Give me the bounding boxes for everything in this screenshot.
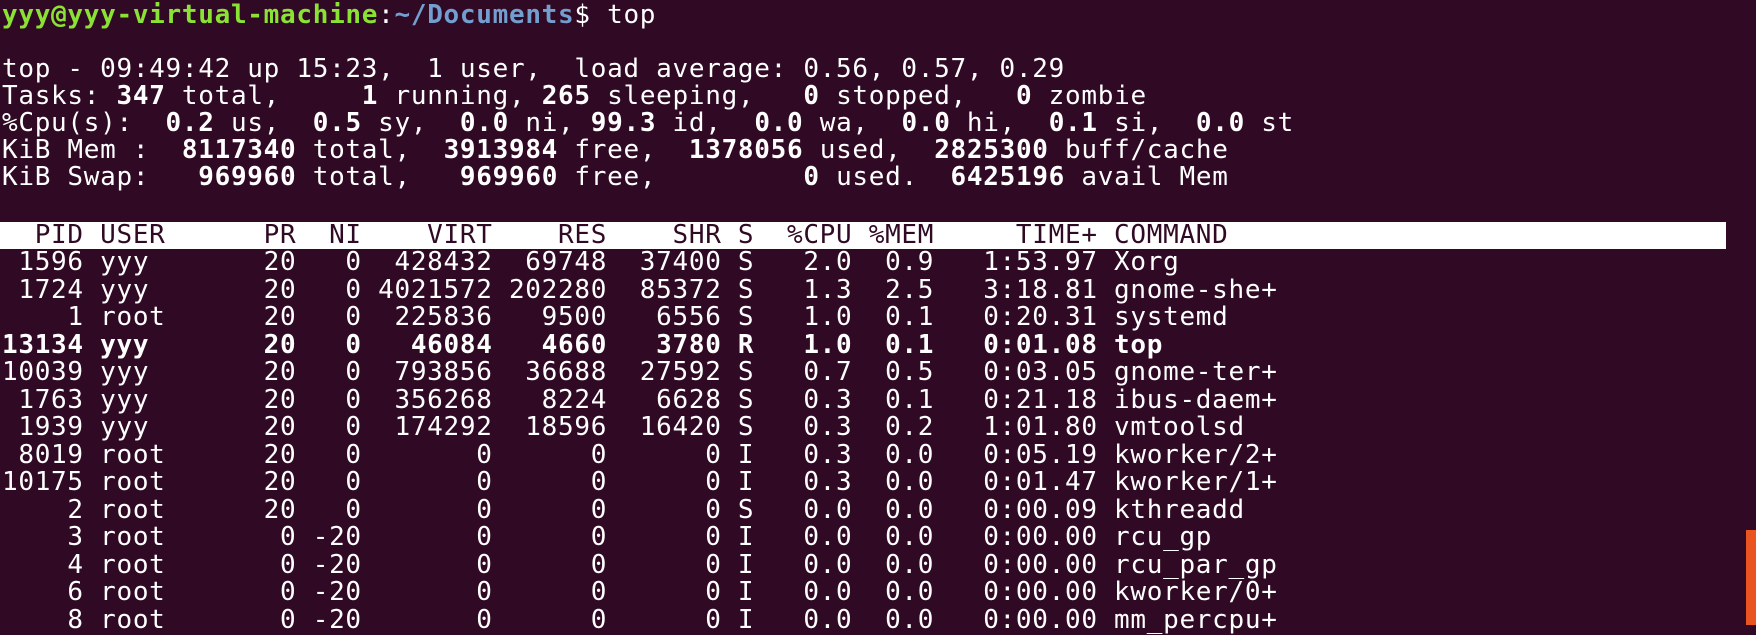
cpu-us-label: us, [214,108,313,138]
tasks-running-label: running, [378,81,542,111]
process-row: 1939 yyy 20 0 174292 18596 16420 S 0.3 0… [2,412,1245,442]
summary-tasks: Tasks: 347 total, 1 running, 265 sleepin… [2,83,1147,110]
process-row: 10175 root 20 0 0 0 0 I 0.3 0.0 0:01.47 … [2,467,1278,497]
summary-mem: KiB Mem : 8117340 total, 3913984 free, 1… [2,137,1229,164]
cpu-label: %Cpu(s): [2,108,166,138]
cpu-id-label: id, [656,108,755,138]
tasks-running: 1 [329,81,379,111]
mem-buff: 2825300 [934,135,1049,165]
process-row: 13134 yyy 20 0 46084 4660 3780 R 1.0 0.1… [2,329,1164,360]
cpu-ni: 0.0 [459,108,509,138]
swap-avail: 6425196 [950,162,1066,192]
process-row: 3 root 0 -20 0 0 0 I 0.0 0.0 0:00.00 rcu… [2,522,1213,552]
scrollbar-thumb[interactable] [1746,530,1756,625]
process-row: 6 root 0 -20 0 0 0 I 0.0 0.0 0:00.00 kwo… [2,577,1278,607]
cpu-si-label: si, [1097,108,1196,138]
tasks-total: 347 [116,81,166,111]
mem-free-label: free, [558,135,689,165]
swap-avail-label: avail Mem [1065,162,1229,192]
process-row: 8019 root 20 0 0 0 0 I 0.3 0.0 0:05.19 k… [2,439,1278,470]
cpu-st: 0.0 [1195,108,1245,138]
mem-free: 3913984 [443,135,559,165]
process-row: 1 root 20 0 225836 9500 6556 S 1.0 0.1 0… [2,302,1229,332]
summary-cpu: %Cpu(s): 0.2 us, 0.5 sy, 0.0 ni, 99.3 id… [2,110,1294,137]
mem-total: 8117340 [181,135,297,165]
tasks-label: Tasks: [2,81,117,111]
prompt-symbol: $ [574,0,591,30]
cpu-hi: 0.0 [901,108,951,138]
cpu-st-label: st [1244,108,1294,138]
mem-total-label: total, [296,135,444,165]
swap-free: 969960 [459,162,559,192]
terminal-window[interactable]: yyy@yyy-virtual-machine:~/Documents$ top… [0,0,1756,635]
tasks-sleeping-label: sleeping, [590,81,804,111]
cpu-us: 0.2 [165,108,215,138]
cpu-sy: 0.5 [312,108,362,138]
cpu-si: 0.1 [1048,108,1098,138]
prompt-path: ~/Documents [394,0,575,30]
cpu-ni-label: ni, [508,108,591,138]
cpu-hi-label: hi, [950,108,1049,138]
tasks-zombie-label: zombie [1032,81,1147,111]
process-row: 1724 yyy 20 0 4021572 202280 85372 S 1.3… [2,274,1278,305]
prompt-command: top [590,0,657,30]
mem-used-label: used, [803,135,935,165]
tasks-stopped: 0 [803,81,820,111]
swap-total-label: total, [296,162,460,192]
process-table-header: PID USER PR NI VIRT RES SHR S %CPU %MEM … [2,220,1229,250]
process-row: 4 root 0 -20 0 0 0 I 0.0 0.0 0:00.00 rcu… [2,549,1278,580]
process-row: 1596 yyy 20 0 428432 69748 37400 S 2.0 0… [2,247,1180,277]
swap-free-label: free, [558,162,804,192]
process-row: 2 root 20 0 0 0 0 S 0.0 0.0 0:00.09 kthr… [2,494,1245,525]
summary-uptime: top - 09:49:42 up 15:23, 1 user, load av… [2,54,1065,84]
swap-label: KiB Swap: [2,162,199,192]
mem-label: KiB Mem : [2,135,182,165]
prompt-separator: : [378,0,395,30]
process-row: 8 root 0 -20 0 0 0 I 0.0 0.0 0:00.00 mm_… [2,604,1278,635]
cpu-wa: 0.0 [754,108,804,138]
cpu-wa-label: wa, [803,108,902,138]
swap-used-label: used. [819,162,951,192]
cpu-sy-label: sy, [361,108,460,138]
process-row: 10039 yyy 20 0 793856 36688 27592 S 0.7 … [2,357,1278,387]
mem-used: 1378056 [688,135,804,165]
summary-swap: KiB Swap: 969960 total, 969960 free, 0 u… [2,164,1229,191]
cpu-id: 99.3 [590,108,657,138]
mem-buff-label: buff/cache [1048,135,1229,165]
tasks-total-label: total, [165,81,330,111]
prompt-user-host: yyy@yyy-virtual-machine [2,0,379,30]
process-row: 1763 yyy 20 0 356268 8224 6628 S 0.3 0.1… [2,384,1278,415]
tasks-zombie: 0 [1015,81,1033,111]
tasks-sleeping: 265 [541,81,591,111]
tasks-stopped-label: stopped, [819,81,1016,111]
shell-prompt-line: yyy@yyy-virtual-machine:~/Documents$ top [2,2,656,29]
swap-used: 0 [803,162,820,192]
swap-total: 969960 [198,162,297,192]
